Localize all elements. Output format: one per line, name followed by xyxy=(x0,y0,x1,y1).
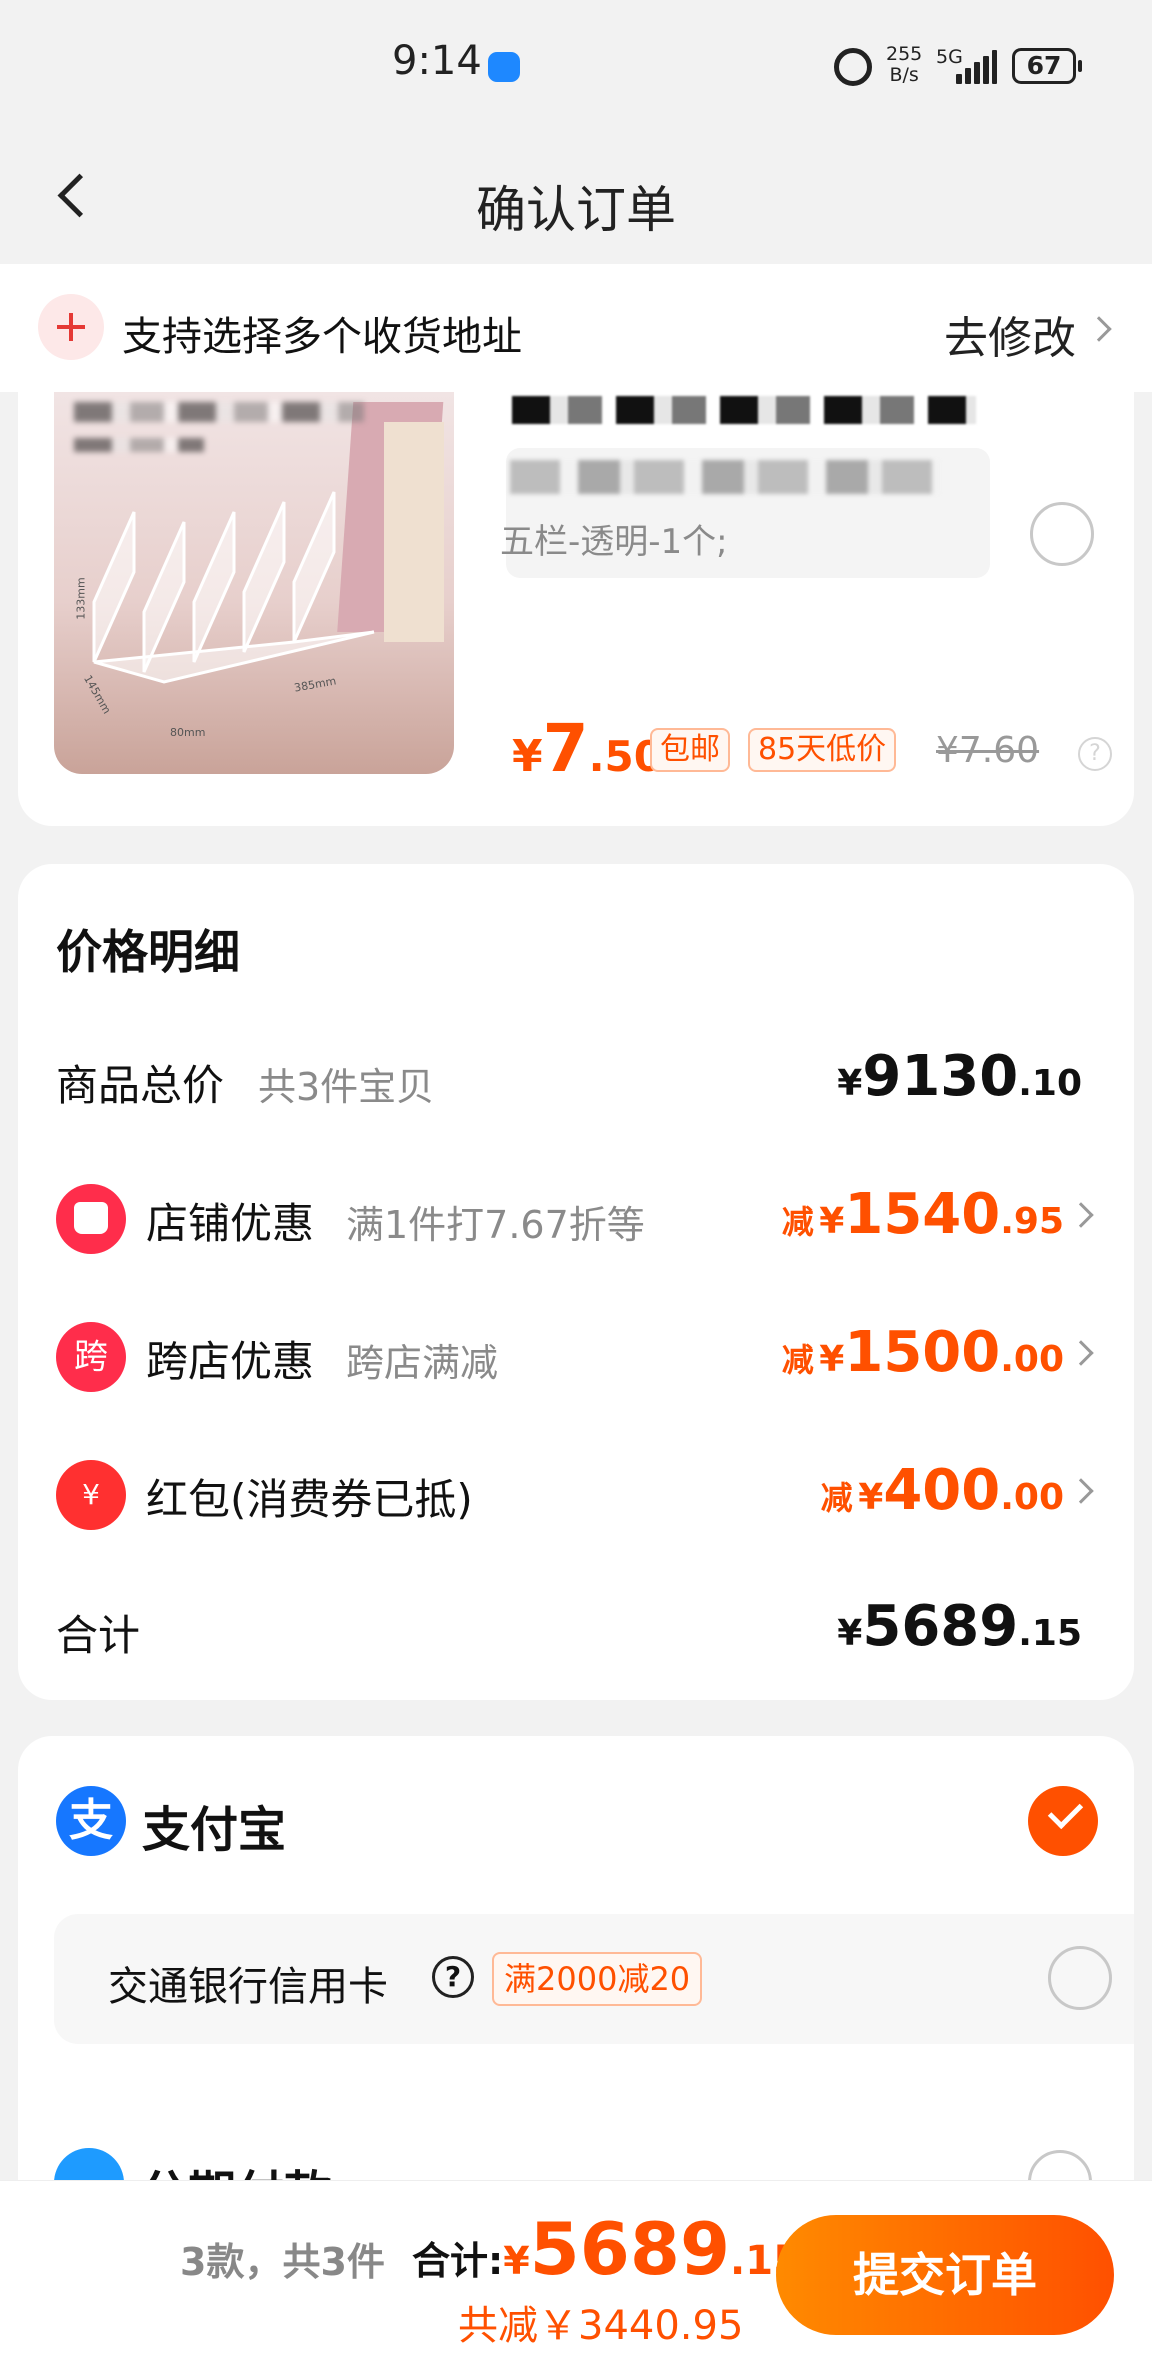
cross-shop-amount: 减 ¥1500.00 xyxy=(781,1320,1064,1385)
original-price: ¥7.60 xyxy=(936,730,1040,771)
spec-text: 五栏-透明-1个; xyxy=(500,522,728,562)
alipay-label[interactable]: 支付宝 xyxy=(142,1790,286,1860)
total-saved: 共减￥3440.95 xyxy=(458,2303,744,2349)
shop-discount-label: 店铺优惠 xyxy=(146,1199,315,1248)
alipay-selected-check[interactable] xyxy=(1028,1786,1098,1856)
product-image[interactable]: 133mm 145mm 385mm 80mm xyxy=(54,392,454,774)
address-bar[interactable]: 支持选择多个收货地址 去修改 xyxy=(0,264,1152,392)
signal-icon xyxy=(956,50,997,84)
free-shipping-tag: 包邮 xyxy=(650,728,730,772)
credit-card-name: 交通银行信用卡 xyxy=(108,1964,388,2010)
red-packet-amount: 减 ¥400.00 xyxy=(820,1458,1064,1523)
low-price-tag: 85天低价 xyxy=(748,728,897,772)
redacted-text xyxy=(74,438,204,452)
item-count: 3款，共3件 xyxy=(180,2240,385,2284)
shop-discount-desc: 满1件打7.67折等 xyxy=(346,1203,645,1247)
redacted-text xyxy=(74,402,364,422)
address-support-text: 支持选择多个收货地址 xyxy=(122,314,522,360)
cross-shop-desc: 跨店满减 xyxy=(346,1341,499,1385)
help-icon[interactable]: ? xyxy=(1078,737,1112,771)
edit-address-link[interactable]: 去修改 xyxy=(944,302,1076,366)
credit-card-option[interactable]: 交通银行信用卡 ? 满2000减20 xyxy=(54,1914,1134,2044)
dimension-label: 80mm xyxy=(170,726,206,739)
message-icon xyxy=(488,52,520,82)
dimension-label: 133mm xyxy=(74,577,88,620)
total-row: 合计 ¥5689.15 xyxy=(18,1578,1134,1678)
credit-card-radio[interactable] xyxy=(1048,1946,1112,2010)
submit-order-button[interactable]: 提交订单 xyxy=(776,2215,1114,2335)
bottom-bar: 3款，共3件 合计:¥5689.15 共减￥3440.95 提交订单 xyxy=(0,2180,1152,2376)
total-label: 合计 xyxy=(56,1611,141,1660)
total-amount: ¥5689.15 xyxy=(837,1594,1082,1659)
chevron-right-icon xyxy=(1068,1340,1094,1366)
product-card: 133mm 145mm 385mm 80mm 五栏-透明-1个; ¥7.50 包… xyxy=(18,392,1134,826)
goods-count: 共3件宝贝 xyxy=(258,1065,435,1109)
price-detail-heading: 价格明细 xyxy=(56,925,240,979)
nav-bar: 确认订单 xyxy=(0,130,1152,264)
battery-icon: 67 xyxy=(1012,48,1082,84)
alipay-icon: 支 xyxy=(56,1786,126,1856)
redacted-spec xyxy=(510,460,940,494)
cross-shop-label: 跨店优惠 xyxy=(146,1337,315,1386)
shop-discount-row[interactable]: 店铺优惠 满1件打7.67折等 减 ¥1540.95 xyxy=(18,1166,1134,1266)
question-icon[interactable]: ? xyxy=(432,1956,474,1998)
cross-shop-discount-row[interactable]: 跨 跨店优惠 跨店满减 减 ¥1500.00 xyxy=(18,1304,1134,1404)
product-select-radio[interactable] xyxy=(1030,502,1094,566)
card-promo-tag: 满2000减20 xyxy=(492,1952,703,2006)
shop-discount-amount: 减 ¥1540.95 xyxy=(781,1182,1064,1247)
chevron-right-icon xyxy=(1068,1202,1094,1228)
product-price: ¥7.50 xyxy=(512,710,663,787)
red-packet-row[interactable]: ¥ 红包(消费券已抵) 减 ¥400.00 xyxy=(18,1442,1134,1542)
chevron-right-icon xyxy=(1086,316,1112,342)
chevron-right-icon xyxy=(1068,1478,1094,1504)
add-icon[interactable] xyxy=(38,294,104,360)
red-packet-icon: ¥ xyxy=(56,1460,126,1530)
shop-icon xyxy=(56,1184,126,1254)
status-bar: 9:14 255 B/s 5G 67 xyxy=(0,0,1152,130)
goods-total-amount: ¥9130.10 xyxy=(837,1044,1082,1109)
bottom-total: 合计:¥5689.15 xyxy=(412,2207,801,2291)
cross-shop-icon: 跨 xyxy=(56,1322,126,1392)
status-time: 9:14 xyxy=(392,38,482,84)
goods-total-row: 商品总价 共3件宝贝 ¥9130.10 xyxy=(18,1028,1134,1128)
price-detail-card: 价格明细 商品总价 共3件宝贝 ¥9130.10 店铺优惠 满1件打7.67折等… xyxy=(18,864,1134,1700)
redacted-title xyxy=(512,396,976,424)
spec-selector[interactable]: 五栏-透明-1个; xyxy=(500,448,990,578)
alarm-icon xyxy=(834,48,872,86)
red-packet-label: 红包(消费券已抵) xyxy=(146,1475,473,1524)
net-speed: 255 B/s xyxy=(886,43,923,86)
goods-total-label: 商品总价 xyxy=(56,1061,225,1110)
page-title: 确认订单 xyxy=(476,181,676,239)
